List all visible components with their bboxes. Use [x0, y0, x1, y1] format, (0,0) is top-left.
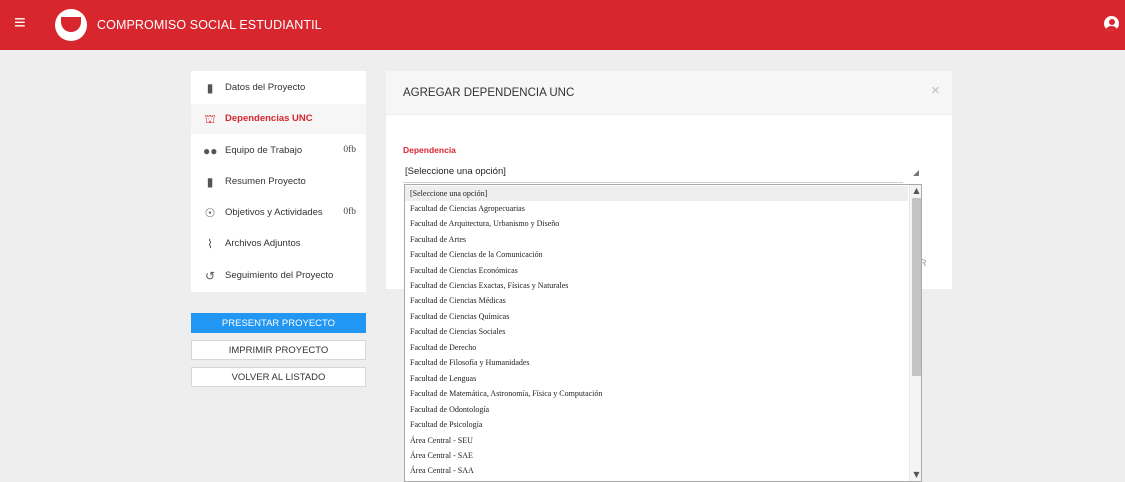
- option-item[interactable]: Facultad de Derecho: [405, 340, 908, 355]
- people-icon: ●●: [203, 144, 218, 158]
- option-item[interactable]: Área Central - SEU: [405, 433, 908, 448]
- item-count: 0fb: [343, 145, 356, 155]
- option-item[interactable]: Facultad de Ciencias de la Comunicación: [405, 247, 908, 262]
- dependency-options-list[interactable]: [Seleccione una opción] Facultad de Cien…: [404, 184, 922, 482]
- sidebar-item-resumen-proyecto[interactable]: ▮ Resumen Proyecto: [191, 167, 366, 197]
- option-item[interactable]: Facultad de Filosofía y Humanidades: [405, 355, 908, 370]
- document-icon: ▮: [206, 81, 214, 95]
- sidebar-item-objetivos-actividades[interactable]: ☉ Objetivos y Actividades 0fb: [191, 198, 366, 228]
- top-app-bar: ≡ COMPROMISO SOCIAL ESTUDIANTIL: [0, 0, 1125, 50]
- project-sidebar: ▮ Datos del Proyecto ⛫ Dependencias UNC …: [191, 71, 366, 292]
- option-item[interactable]: Facultad de Odontología: [405, 402, 908, 417]
- option-item[interactable]: Facultad de Ciencias Químicas: [405, 309, 908, 324]
- sidebar-item-dependencias-unc[interactable]: ⛫ Dependencias UNC: [191, 104, 366, 134]
- sidebar-item-label: Resumen Proyecto: [225, 176, 306, 187]
- dependency-select-value: [Seleccione una opción]: [405, 166, 506, 177]
- option-item[interactable]: Facultad de Arquitectura, Urbanismo y Di…: [405, 216, 908, 231]
- dropdown-scrollbar[interactable]: ▲ ▼: [909, 185, 921, 481]
- logo-icon: [55, 9, 87, 41]
- target-icon: ☉: [204, 206, 216, 220]
- institution-icon: ⛫: [204, 112, 216, 126]
- option-item[interactable]: Facultad de Psicología: [405, 417, 908, 432]
- option-item[interactable]: Área Central - SAA: [405, 463, 908, 478]
- select-arrow-icon[interactable]: [913, 170, 919, 176]
- option-item[interactable]: Facultad de Ciencias Agropecuarias: [405, 201, 908, 216]
- option-item[interactable]: Facultad de Lenguas: [405, 371, 908, 386]
- option-item[interactable]: Facultad de Ciencias Médicas: [405, 293, 908, 308]
- item-count: 0fb: [343, 207, 356, 217]
- sidebar-item-seguimiento-proyecto[interactable]: ↺ Seguimiento del Proyecto: [191, 261, 366, 291]
- option-item[interactable]: Área Central - SAE: [405, 448, 908, 463]
- sidebar-item-label: Seguimiento del Proyecto: [225, 270, 334, 281]
- sidebar-item-label: Objetivos y Actividades: [225, 207, 323, 218]
- sidebar-item-label: Archivos Adjuntos: [225, 238, 301, 249]
- scroll-up-icon[interactable]: ▲: [910, 185, 921, 197]
- sidebar-item-label: Datos del Proyecto: [225, 82, 306, 93]
- dependency-field-label: Dependencia: [403, 145, 456, 155]
- dependency-select[interactable]: [Seleccione una opción]: [403, 161, 903, 183]
- sidebar-item-archivos-adjuntos[interactable]: ⌇ Archivos Adjuntos: [191, 229, 366, 259]
- sidebar-item-label: Equipo de Trabajo: [225, 145, 303, 156]
- option-item[interactable]: Facultad de Matemática, Astronomía, Físi…: [405, 386, 908, 401]
- back-to-list-button[interactable]: VOLVER AL LISTADO: [191, 367, 366, 387]
- sidebar-item-equipo-trabajo[interactable]: ●● Equipo de Trabajo 0fb: [191, 136, 366, 166]
- option-item[interactable]: Facultad de Ciencias Sociales: [405, 324, 908, 339]
- print-project-button[interactable]: IMPRIMIR PROYECTO: [191, 340, 366, 360]
- sidebar-item-datos-proyecto[interactable]: ▮ Datos del Proyecto: [191, 73, 366, 103]
- user-icon[interactable]: [1104, 16, 1119, 31]
- present-project-button[interactable]: PRESENTAR PROYECTO: [191, 313, 366, 333]
- option-item[interactable]: Facultad de Ciencias Económicas: [405, 263, 908, 278]
- modal-title: AGREGAR DEPENDENCIA UNC: [403, 87, 575, 99]
- paperclip-icon: ⌇: [207, 237, 213, 251]
- scrollbar-thumb[interactable]: [912, 198, 921, 376]
- clipboard-icon: ▮: [206, 175, 214, 189]
- scroll-down-icon[interactable]: ▼: [910, 469, 921, 481]
- hamburger-icon[interactable]: ≡: [14, 13, 26, 33]
- option-item[interactable]: Facultad de Artes: [405, 232, 908, 247]
- sidebar-item-label: Dependencias UNC: [225, 113, 313, 124]
- modal-header: AGREGAR DEPENDENCIA UNC ×: [386, 71, 952, 115]
- option-item[interactable]: Facultad de Ciencias Exactas, Físicas y …: [405, 278, 908, 293]
- close-icon[interactable]: ×: [931, 82, 940, 99]
- option-item[interactable]: [Seleccione una opción]: [405, 186, 908, 201]
- app-title: COMPROMISO SOCIAL ESTUDIANTIL: [97, 18, 322, 32]
- history-icon: ↺: [204, 269, 216, 283]
